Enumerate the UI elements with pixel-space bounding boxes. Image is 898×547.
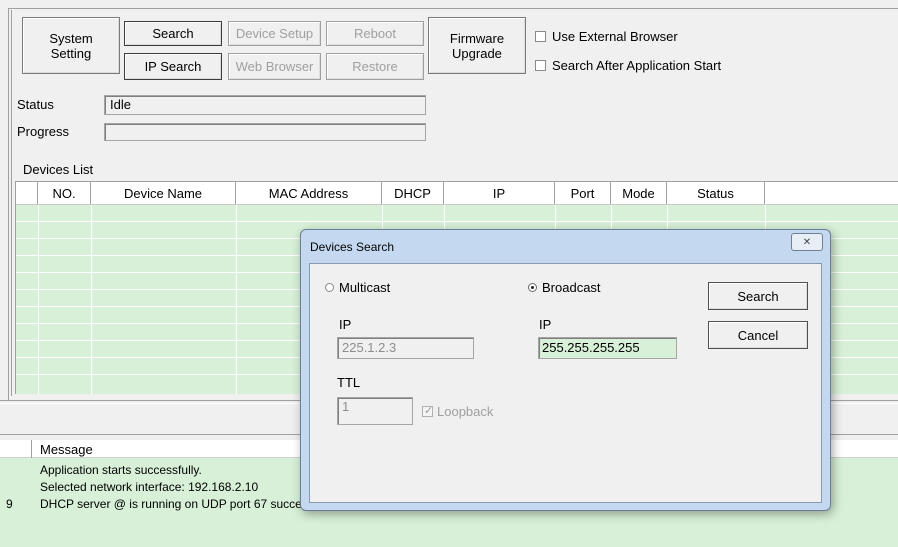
dialog-cancel-button[interactable]: Cancel [708, 321, 808, 349]
column-header-mac-address[interactable]: MAC Address [236, 182, 382, 204]
broadcast-radio[interactable]: Broadcast [528, 280, 601, 295]
multicast-radio[interactable]: Multicast [325, 280, 390, 295]
progress-label: Progress [17, 124, 70, 139]
devices-list-label: Devices List [23, 162, 94, 177]
multicast-ip-field[interactable]: 225.1.2.3 [337, 337, 474, 359]
loopback-label: Loopback [437, 404, 494, 419]
column-header-status[interactable]: Status [667, 182, 765, 204]
ttl-label: TTL [337, 375, 361, 390]
multicast-ip-value: 225.1.2.3 [342, 340, 397, 355]
broadcast-ip-label: IP [539, 317, 552, 332]
restore-button[interactable]: Restore [326, 53, 424, 80]
firmware-upgrade-button[interactable]: Firmware Upgrade [428, 17, 526, 74]
system-setting-button[interactable]: System Setting [22, 17, 120, 74]
search-after-start-label: Search After Application Start [552, 58, 722, 73]
status-field: Idle [104, 95, 426, 115]
column-header-message[interactable]: Message [40, 442, 93, 457]
broadcast-ip-field[interactable]: 255.255.255.255 [538, 337, 677, 359]
header-spacer [0, 440, 32, 458]
dialog-close-button[interactable]: ✕ [791, 233, 823, 251]
header-spacer [16, 182, 38, 204]
devices-list-header: NO. Device Name MAC Address DHCP IP Port… [16, 182, 898, 205]
message-row-text: Selected network interface: 192.168.2.10 [40, 480, 259, 494]
column-header-dhcp[interactable]: DHCP [382, 182, 444, 204]
devices-search-dialog: Devices Search ✕ Multicast Broadcast IP … [300, 229, 831, 511]
checkbox-icon [535, 60, 546, 71]
use-external-browser-label: Use External Browser [552, 29, 678, 44]
dialog-title: Devices Search [310, 240, 395, 254]
message-row-text: Application starts successfully. [40, 463, 202, 477]
use-external-browser-checkbox[interactable]: Use External Browser [535, 29, 678, 44]
column-header-no[interactable]: NO. [38, 182, 91, 204]
radio-unselected-icon [325, 283, 334, 292]
message-row-num: 9 [6, 497, 13, 511]
multicast-ip-label: IP [339, 317, 352, 332]
dialog-search-button[interactable]: Search [708, 282, 808, 310]
column-header-port[interactable]: Port [555, 182, 611, 204]
column-header-device-name[interactable]: Device Name [91, 182, 236, 204]
search-button[interactable]: Search [124, 21, 222, 46]
ttl-value: 1 [342, 399, 350, 414]
checked-icon: ✓ [422, 405, 434, 417]
radio-selected-icon [528, 283, 537, 292]
device-setup-button[interactable]: Device Setup [228, 21, 321, 46]
ttl-field[interactable]: 1 [337, 397, 413, 425]
broadcast-ip-value: 255.255.255.255 [542, 340, 640, 355]
reboot-button[interactable]: Reboot [326, 21, 424, 46]
checkbox-icon [535, 31, 546, 42]
ip-search-button[interactable]: IP Search [124, 53, 222, 80]
status-label: Status [17, 97, 54, 112]
dialog-client-area: Multicast Broadcast IP 225.1.2.3 IP 255.… [309, 263, 822, 503]
column-header-ip[interactable]: IP [444, 182, 555, 204]
close-icon: ✕ [802, 236, 812, 248]
message-row-text: DHCP server @ is running on UDP port 67 … [40, 497, 338, 511]
status-value: Idle [110, 97, 131, 112]
multicast-label: Multicast [339, 280, 391, 295]
column-header-mode[interactable]: Mode [611, 182, 667, 204]
progress-bar [104, 123, 426, 141]
search-after-start-checkbox[interactable]: Search After Application Start [535, 58, 721, 73]
loopback-checkbox[interactable]: ✓ Loopback [422, 404, 493, 419]
web-browser-button[interactable]: Web Browser [228, 53, 321, 80]
broadcast-label: Broadcast [542, 280, 601, 295]
